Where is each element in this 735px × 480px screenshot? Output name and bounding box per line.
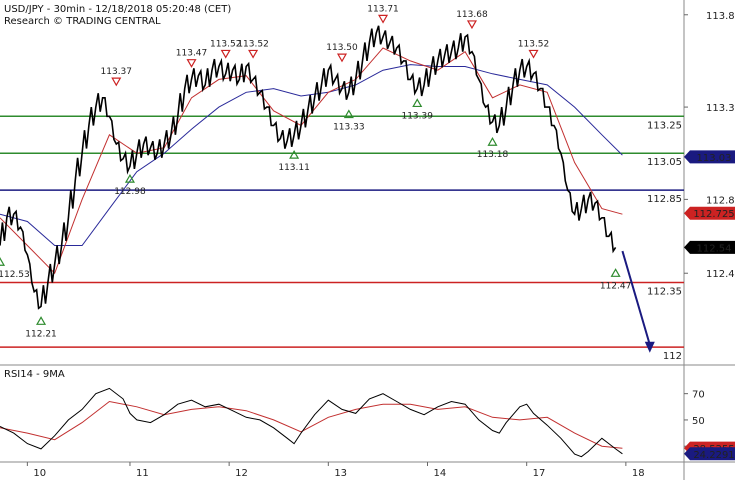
high-marker bbox=[220, 49, 231, 59]
high-label: 113.37 bbox=[101, 67, 133, 77]
high-marker bbox=[248, 49, 259, 59]
low-label: 112.47 bbox=[600, 281, 632, 291]
price-y-tick-label: 113.8 bbox=[706, 11, 735, 22]
low-label: 113.39 bbox=[401, 111, 433, 121]
low-label: 112.53 bbox=[0, 270, 30, 280]
level-label: 112.35 bbox=[647, 286, 682, 297]
high-marker bbox=[378, 14, 389, 24]
rsi-y-tick-label: 50 bbox=[692, 416, 705, 427]
low-marker bbox=[412, 98, 423, 108]
x-tick-label: 12 bbox=[235, 468, 248, 479]
price-y-tick-label: 112.4 bbox=[706, 269, 735, 280]
rsi-badge-label: 24.2291 bbox=[693, 450, 734, 461]
low-marker bbox=[487, 137, 498, 146]
levels-layer: 113.25 113.05 112.85 112.35 112 bbox=[0, 115, 684, 362]
high-marker bbox=[111, 77, 122, 87]
high-marker bbox=[186, 59, 197, 68]
low-label: 113.11 bbox=[278, 163, 310, 173]
ma-fast-line bbox=[0, 47, 623, 275]
rsi-line bbox=[0, 387, 623, 458]
level-label: 113.25 bbox=[647, 120, 682, 131]
low-label: 113.33 bbox=[333, 123, 365, 133]
high-marker bbox=[528, 49, 539, 59]
low-label: 113.18 bbox=[477, 150, 509, 160]
price-y-tick-label: 113.3 bbox=[706, 103, 735, 114]
rsi-y-tick-label: 70 bbox=[692, 390, 705, 401]
price-badge-label: 112.725 bbox=[693, 209, 734, 220]
level-label: 112.85 bbox=[647, 194, 682, 205]
high-label: 113.52 bbox=[518, 39, 550, 49]
rsi-ma-line bbox=[0, 400, 623, 449]
low-marker bbox=[36, 316, 47, 325]
chart-subtitle: Research © TRADING CENTRAL bbox=[4, 16, 161, 27]
high-label: 113.50 bbox=[326, 43, 358, 53]
high-label: 113.47 bbox=[176, 49, 208, 59]
low-label: 112.98 bbox=[114, 187, 146, 197]
high-label: 113.71 bbox=[367, 4, 399, 14]
chart-root: 113.25 113.05 112.85 112.35 112 113.37 113.47… bbox=[0, 0, 735, 480]
x-tick-label: 11 bbox=[136, 468, 149, 479]
chart-canvas: 113.25 113.05 112.85 112.35 112 113.37 113.47… bbox=[0, 0, 735, 480]
high-marker bbox=[466, 20, 477, 30]
forecast-arrow-shaft bbox=[621, 250, 651, 346]
axes-layer: 113.8113.3112.8112.470503010111213141718 bbox=[26, 11, 735, 479]
series-layer bbox=[0, 25, 655, 458]
low-marker bbox=[610, 268, 621, 277]
high-label: 113.52 bbox=[237, 39, 269, 49]
rsi-title: RSI14 - 9MA bbox=[4, 369, 65, 380]
low-marker bbox=[289, 149, 300, 159]
x-tick-label: 18 bbox=[632, 468, 645, 479]
price-badge-label: 113.03 bbox=[697, 153, 732, 164]
annotations-layer: 113.37 113.47 113.52 113.52 113.50 113.71 113.… bbox=[0, 4, 631, 339]
level-label: 112 bbox=[663, 351, 682, 362]
low-label: 112.21 bbox=[25, 329, 57, 339]
x-tick-label: 14 bbox=[434, 468, 447, 479]
low-marker bbox=[0, 257, 6, 266]
price-badge-label: 112.54 bbox=[697, 243, 732, 254]
x-tick-label: 10 bbox=[33, 468, 46, 479]
chart-title: USD/JPY - 30min - 12/18/2018 05:20:48 (C… bbox=[4, 4, 231, 15]
high-label: 113.68 bbox=[456, 10, 488, 20]
high-marker bbox=[336, 53, 348, 63]
x-tick-label: 17 bbox=[533, 468, 546, 479]
price-y-tick-label: 112.8 bbox=[706, 195, 735, 206]
x-tick-label: 13 bbox=[334, 468, 347, 479]
ma-slow-line bbox=[0, 64, 623, 246]
level-label: 113.05 bbox=[647, 157, 682, 168]
